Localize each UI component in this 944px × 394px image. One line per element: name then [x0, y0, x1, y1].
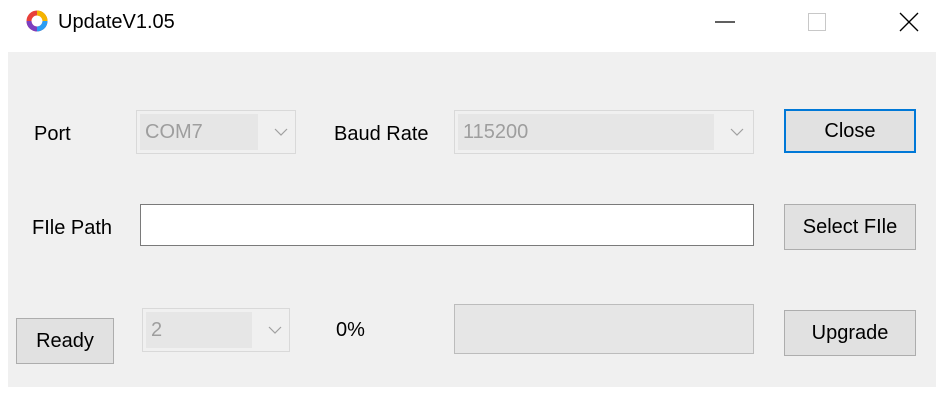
baud-rate-label: Baud Rate [334, 123, 429, 145]
chevron-down-icon [274, 128, 288, 136]
maximize-icon [808, 13, 826, 31]
close-button[interactable]: Close [784, 109, 916, 153]
baud-rate-select[interactable]: 115200 [454, 110, 754, 154]
port-select[interactable]: COM7 [136, 110, 296, 154]
title-bar: UpdateV1.05 [0, 0, 944, 52]
port-label: Port [34, 123, 71, 145]
select-file-button[interactable]: Select FIle [784, 204, 916, 250]
count-select[interactable]: 2 [142, 308, 290, 352]
close-icon [899, 12, 919, 32]
upgrade-button[interactable]: Upgrade [784, 310, 916, 356]
count-value: 2 [151, 319, 163, 341]
ready-button[interactable]: Ready [16, 318, 114, 364]
ring-logo-icon [26, 10, 48, 32]
file-path-input[interactable] [140, 204, 754, 246]
progress-percent-text: 0% [336, 319, 365, 341]
minimize-icon [715, 21, 735, 23]
minimize-button[interactable] [690, 0, 760, 44]
file-path-label: FIle Path [32, 217, 113, 239]
window-close-button[interactable] [874, 0, 944, 44]
chevron-down-icon [730, 128, 744, 136]
progress-bar [454, 304, 754, 354]
window-title: UpdateV1.05 [58, 11, 175, 33]
maximize-button[interactable] [782, 0, 852, 44]
chevron-down-icon [268, 326, 282, 334]
port-value: COM7 [145, 121, 203, 143]
baud-rate-value: 115200 [463, 121, 529, 143]
